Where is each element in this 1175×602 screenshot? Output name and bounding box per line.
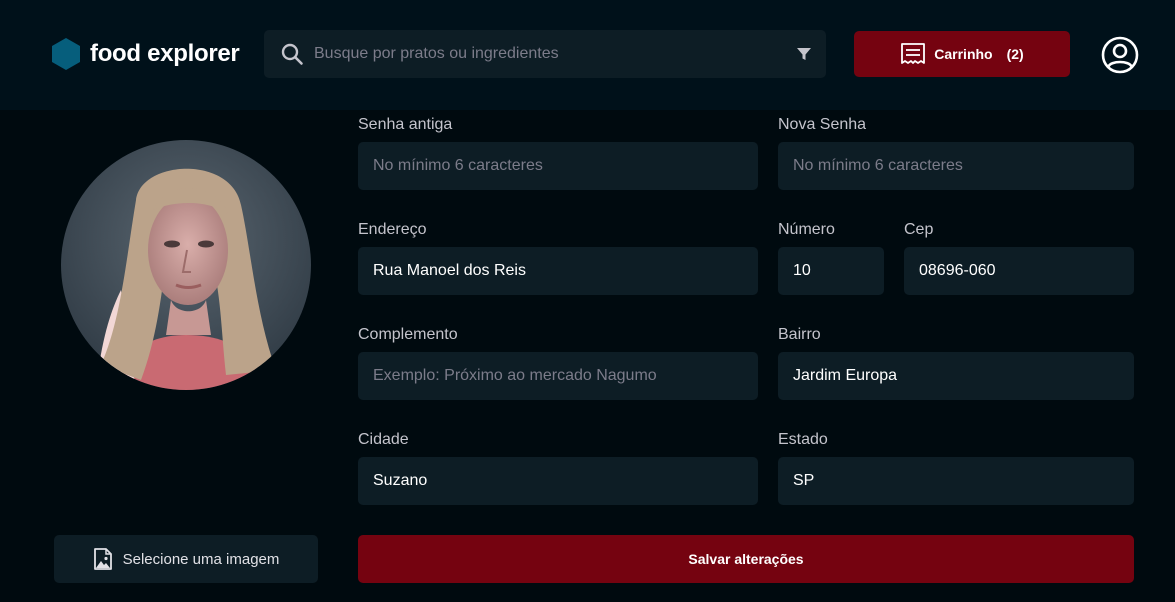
cart-count: (2) <box>1006 46 1024 62</box>
user-circle-icon[interactable] <box>1101 36 1139 74</box>
hexagon-logo-icon <box>52 38 80 70</box>
select-image-label: Selecione uma imagem <box>122 550 280 568</box>
complement-field[interactable] <box>358 352 758 400</box>
select-image-button[interactable]: Selecione uma imagem <box>54 535 318 583</box>
avatar <box>61 140 311 390</box>
old-password-label: Senha antiga <box>358 116 453 133</box>
state-field[interactable] <box>778 457 1134 505</box>
cart-button[interactable]: Carrinho (2) <box>854 31 1070 77</box>
complement-label: Complemento <box>358 326 458 343</box>
brand-logo[interactable]: food explorer <box>52 38 240 70</box>
old-password-field[interactable] <box>358 142 758 190</box>
number-field[interactable] <box>778 247 884 295</box>
cart-label: Carrinho <box>934 46 993 62</box>
neighborhood-label: Bairro <box>778 326 821 343</box>
header: food explorer Carrinho (2) <box>0 0 1175 110</box>
avatar-photo <box>61 140 311 390</box>
save-button[interactable]: Salvar alterações <box>358 535 1134 583</box>
number-label: Número <box>778 221 835 238</box>
neighborhood-field[interactable] <box>778 352 1134 400</box>
address-field[interactable] <box>358 247 758 295</box>
receipt-icon <box>901 43 926 64</box>
brand-name: food explorer <box>90 40 240 67</box>
new-password-field[interactable] <box>778 142 1134 190</box>
city-field[interactable] <box>358 457 758 505</box>
image-upload-icon <box>93 548 112 570</box>
filter-icon[interactable] <box>796 46 812 62</box>
cep-label: Cep <box>904 221 934 238</box>
address-label: Endereço <box>358 221 427 238</box>
cep-field[interactable] <box>904 247 1134 295</box>
search-icon[interactable] <box>280 42 304 66</box>
state-label: Estado <box>778 431 828 448</box>
city-label: Cidade <box>358 431 409 448</box>
new-password-label: Nova Senha <box>778 116 867 133</box>
search-input[interactable] <box>314 30 774 78</box>
search-bar <box>264 30 826 78</box>
